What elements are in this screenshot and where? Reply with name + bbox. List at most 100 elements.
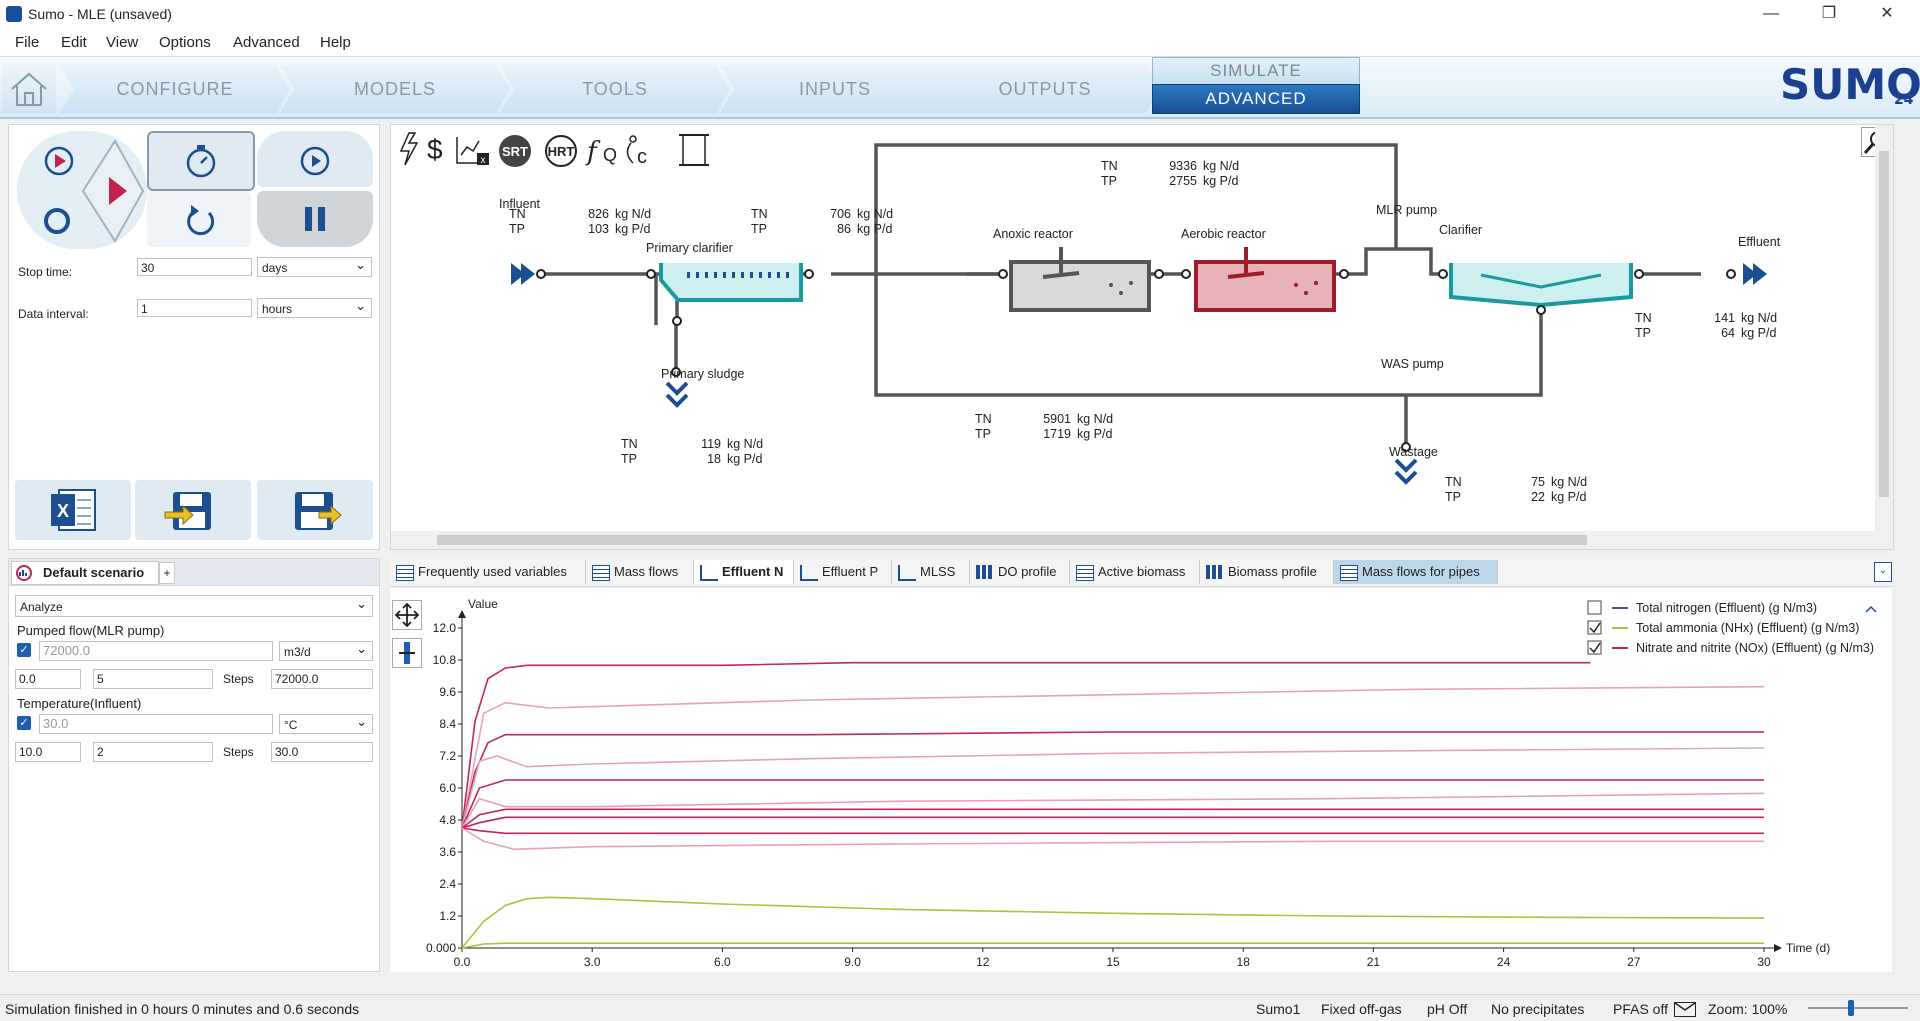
run-steady-state-button[interactable] bbox=[147, 131, 255, 191]
scenario-mode-select[interactable]: Analyze bbox=[15, 593, 373, 617]
param2-to-input[interactable]: 30.0 bbox=[271, 742, 373, 762]
primary-clarifier-label: Primary clarifier bbox=[646, 241, 733, 255]
param1-checkbox[interactable]: ✓ bbox=[17, 643, 31, 657]
primary-sludge-label: Primary sludge bbox=[661, 367, 745, 381]
param2-from-input[interactable]: 10.0 bbox=[15, 742, 81, 762]
zoom-slider[interactable] bbox=[1808, 1000, 1908, 1016]
vscroll-thumb[interactable] bbox=[1879, 151, 1889, 497]
status-precipitates: No precipitates bbox=[1491, 1001, 1585, 1017]
param1-count-input[interactable]: 5 bbox=[93, 669, 213, 689]
x-tick-label: 21 bbox=[1367, 955, 1381, 969]
diagram-vscrollbar[interactable] bbox=[1875, 125, 1893, 531]
stop-button[interactable] bbox=[39, 203, 75, 239]
tab-mass-flows[interactable]: Mass flows bbox=[586, 560, 694, 584]
tab-mlss[interactable]: MLSS bbox=[892, 560, 970, 584]
export-excel-button[interactable]: X bbox=[15, 480, 131, 540]
mail-icon[interactable] bbox=[1674, 1002, 1696, 1017]
param2-value-input[interactable]: 30.0 bbox=[39, 714, 273, 734]
param2-unit-select[interactable]: °C bbox=[279, 712, 373, 734]
data-interval-unit-select[interactable]: hours bbox=[257, 296, 372, 318]
tab-outputs[interactable]: OUTPUTS bbox=[930, 65, 1160, 113]
primary-clarifier-unit[interactable] bbox=[659, 263, 803, 302]
menu-options[interactable]: Options bbox=[159, 34, 211, 51]
clarifier-unit[interactable] bbox=[1449, 263, 1633, 308]
legend-label: Total nitrogen (Effluent) (g N/m3) bbox=[1636, 601, 1817, 615]
save-state-as-button[interactable] bbox=[257, 480, 373, 540]
param2-unit-value: °C bbox=[284, 718, 298, 732]
series-line bbox=[461, 816, 1764, 829]
close-button[interactable]: ✕ bbox=[1858, 0, 1916, 28]
x-tick-label: 3.0 bbox=[584, 955, 601, 969]
tab-effluent-p[interactable]: Effluent P bbox=[794, 560, 892, 584]
tab-tools[interactable]: TOOLS bbox=[500, 65, 730, 113]
data-interval-input[interactable]: 1 bbox=[137, 299, 252, 317]
pause-button[interactable] bbox=[257, 191, 373, 247]
collapse-chart-button[interactable]: ⌄ bbox=[1874, 562, 1892, 582]
restore-button[interactable]: ❐ bbox=[1800, 0, 1858, 28]
tab-biomass-profile[interactable]: Biomass profile bbox=[1200, 560, 1334, 584]
y-tick-label: 4.8 bbox=[439, 813, 456, 827]
stop-time-input[interactable]: 30 bbox=[137, 258, 252, 276]
influent-node[interactable] bbox=[511, 263, 535, 285]
tab-models[interactable]: MODELS bbox=[280, 65, 510, 113]
excel-icon: X bbox=[51, 489, 96, 531]
run-dynamic-button[interactable] bbox=[41, 143, 77, 179]
menu-file[interactable]: File bbox=[15, 34, 39, 51]
wastage-node[interactable] bbox=[1394, 458, 1418, 485]
tab-label: Effluent N bbox=[722, 564, 784, 579]
menu-edit[interactable]: Edit bbox=[61, 34, 87, 51]
menu-view[interactable]: View bbox=[106, 34, 138, 51]
scenario-tab-default[interactable]: Default scenario bbox=[11, 561, 159, 585]
param1-to-input[interactable]: 72000.0 bbox=[271, 669, 373, 689]
x-tick-label: 30 bbox=[1757, 955, 1771, 969]
status-ph: pH Off bbox=[1427, 1001, 1468, 1017]
tab-label: Biomass profile bbox=[1228, 564, 1317, 579]
primary-sludge-node[interactable] bbox=[665, 381, 689, 408]
run-timer-button[interactable] bbox=[257, 131, 373, 187]
tab-active-biomass[interactable]: Active biomass bbox=[1070, 560, 1200, 584]
param1-steps-label: Steps bbox=[223, 672, 254, 686]
line-chart-icon bbox=[800, 565, 818, 581]
run-button[interactable] bbox=[81, 135, 145, 247]
zoom-slider-thumb[interactable] bbox=[1848, 1000, 1854, 1016]
hscroll-thumb[interactable] bbox=[437, 535, 1587, 545]
was-pump-label: WAS pump bbox=[1381, 357, 1444, 371]
status-offgas: Fixed off-gas bbox=[1321, 1001, 1402, 1017]
add-scenario-button[interactable]: + bbox=[159, 562, 175, 584]
tab-inputs[interactable]: INPUTS bbox=[720, 65, 950, 113]
param1-unit-select[interactable]: m3/d bbox=[279, 639, 373, 661]
tab-simulate[interactable]: SIMULATE bbox=[1152, 57, 1360, 85]
stop-time-label: Stop time: bbox=[18, 265, 73, 279]
tp-label: TP bbox=[1445, 490, 1461, 504]
home-button[interactable] bbox=[2, 65, 56, 113]
play-icon bbox=[81, 139, 145, 243]
diagram-hscrollbar[interactable] bbox=[391, 531, 1893, 549]
tab-advanced[interactable]: ADVANCED bbox=[1152, 84, 1360, 114]
param2-count-input[interactable]: 2 bbox=[93, 742, 213, 762]
minimize-button[interactable]: — bbox=[1742, 0, 1800, 28]
stop-time-unit-select[interactable]: days bbox=[257, 255, 372, 277]
effluent-node[interactable] bbox=[1743, 263, 1767, 285]
tab-mass-flows-pipes[interactable]: Mass flows for pipes bbox=[1334, 560, 1498, 584]
series-line bbox=[461, 661, 1591, 829]
anoxic-reactor-unit[interactable] bbox=[1009, 247, 1151, 312]
tp-value: 2755 bbox=[1169, 174, 1197, 188]
aerobic-reactor-unit[interactable] bbox=[1194, 247, 1336, 312]
param2-checkbox[interactable]: ✓ bbox=[17, 716, 31, 730]
legend-label: Total ammonia (NHx) (Effluent) (g N/m3) bbox=[1636, 621, 1859, 635]
menu-advanced[interactable]: Advanced bbox=[233, 34, 300, 51]
menu-help[interactable]: Help bbox=[320, 34, 351, 51]
tp-value: 22 bbox=[1531, 490, 1545, 504]
tp-label: TP bbox=[1635, 326, 1651, 340]
reset-button[interactable] bbox=[147, 191, 251, 247]
save-state-button[interactable] bbox=[135, 480, 251, 540]
tn-value: 706 bbox=[830, 207, 851, 221]
x-tick-label: 9.0 bbox=[844, 955, 861, 969]
tab-effluent-n[interactable]: Effluent N bbox=[694, 560, 794, 584]
param1-from-input[interactable]: 0.0 bbox=[15, 669, 81, 689]
param1-value-input[interactable]: 72000.0 bbox=[39, 641, 273, 661]
tab-do-profile[interactable]: DO profile bbox=[970, 560, 1070, 584]
tab-configure[interactable]: CONFIGURE bbox=[60, 65, 290, 113]
tab-frequently-used[interactable]: Frequently used variables bbox=[390, 560, 586, 584]
x-tick-label: 15 bbox=[1106, 955, 1120, 969]
